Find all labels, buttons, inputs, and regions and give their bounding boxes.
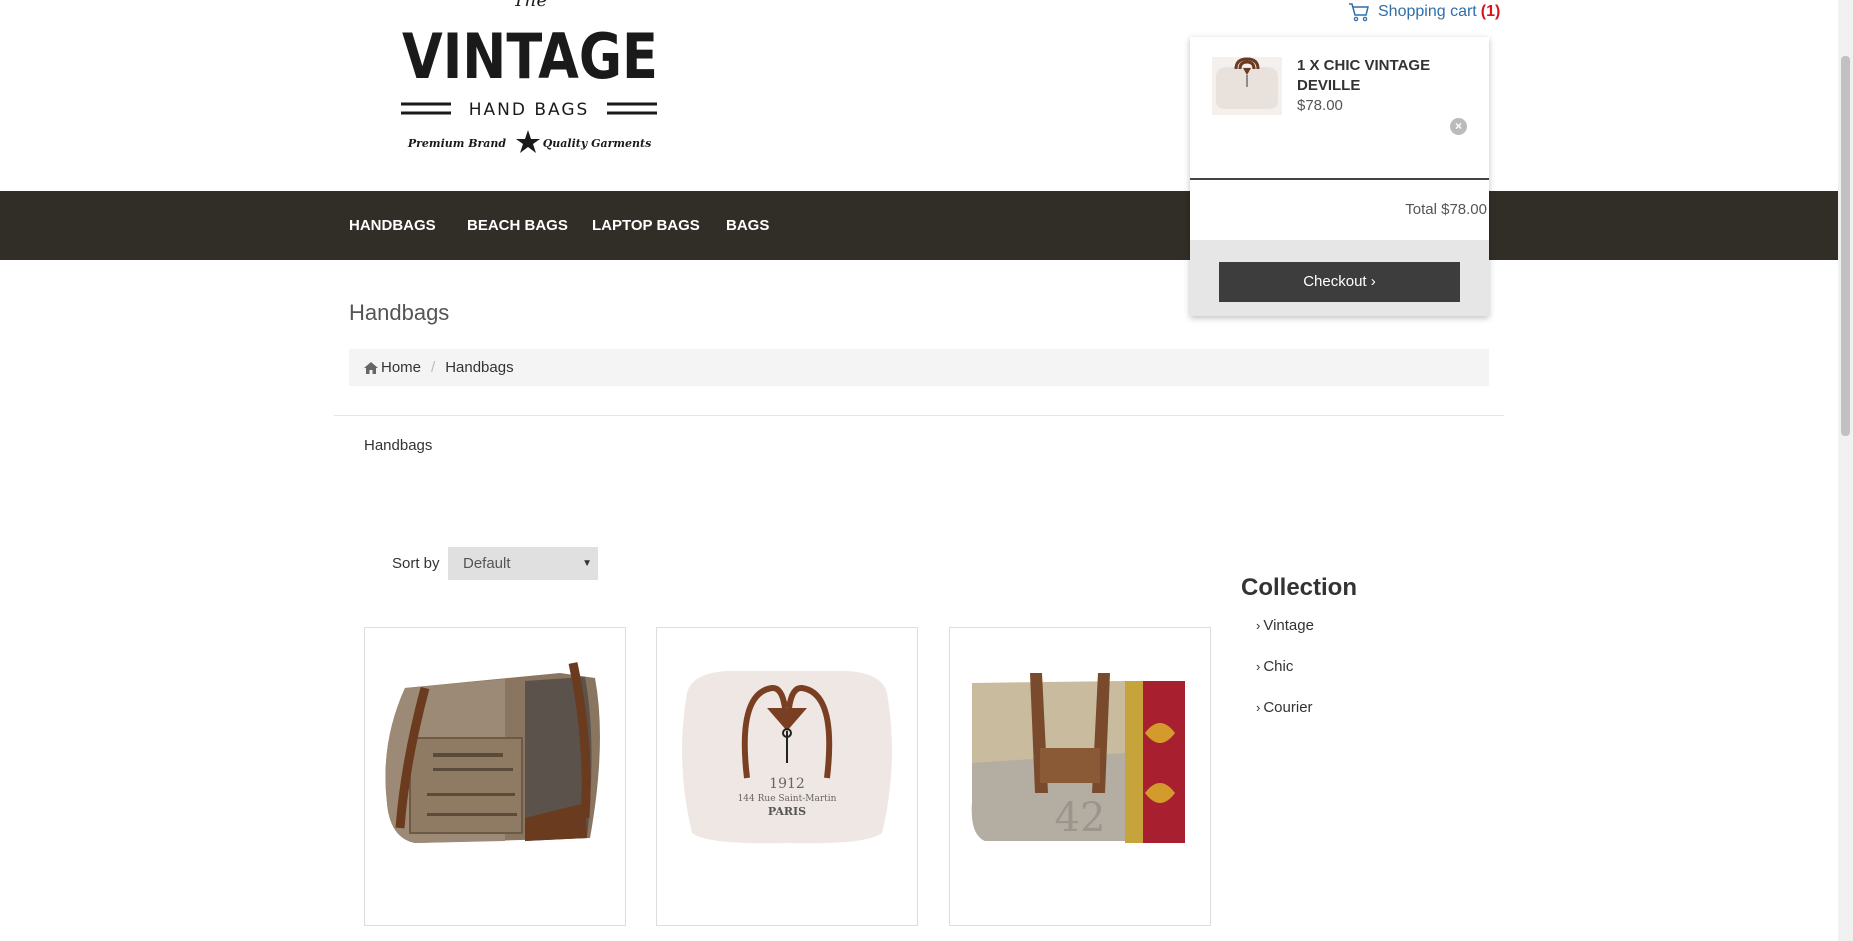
site-logo[interactable]: The VINTAGE HAND BAGS Premium Brand Qual… <box>395 0 665 160</box>
sort-select[interactable]: Default ▼ <box>448 547 598 580</box>
page: The VINTAGE HAND BAGS Premium Brand Qual… <box>0 0 1853 941</box>
svg-text:VINTAGE: VINTAGE <box>402 20 658 93</box>
sidebar-link-label: Vintage <box>1263 617 1314 634</box>
page-scrollbar[interactable] <box>1838 0 1853 941</box>
svg-text:Quality Garments: Quality Garments <box>543 137 652 150</box>
breadcrumb-home[interactable]: Home <box>364 359 421 376</box>
chevron-right-icon: › <box>1256 700 1261 715</box>
checkout-button[interactable]: Checkout › <box>1219 262 1460 302</box>
nav-item-bags[interactable]: BAGS <box>726 191 769 260</box>
product-card[interactable] <box>364 627 626 926</box>
product-card[interactable]: 1912 144 Rue Saint-Martin PARIS <box>656 627 918 926</box>
breadcrumb: Home / Handbags <box>349 349 1489 386</box>
svg-text:144 Rue Saint-Martin: 144 Rue Saint-Martin <box>738 794 837 804</box>
sidebar-title: Collection <box>1241 574 1358 601</box>
chevron-right-icon: › <box>1256 659 1261 674</box>
product-image <box>385 662 600 843</box>
cart-item-price: $78.00 <box>1297 97 1343 114</box>
sidebar-link-vintage[interactable]: › Vintage <box>1256 617 1314 634</box>
nav-item-laptop-bags[interactable]: LAPTOP BAGS <box>592 191 700 260</box>
product-image: 1912 144 Rue Saint-Martin PARIS <box>682 671 892 844</box>
product-image: 42 <box>971 673 1185 843</box>
cart-total: Total $78.00 <box>1405 201 1487 218</box>
svg-text:1912: 1912 <box>769 776 805 792</box>
dropdown-arrow-icon: ▼ <box>582 558 592 569</box>
cart-icon <box>1349 3 1369 22</box>
collection-heading: Handbags <box>364 437 433 454</box>
breadcrumb-home-label: Home <box>381 359 422 376</box>
page-title: Handbags <box>349 300 450 325</box>
divider <box>334 415 1504 416</box>
cart-dropdown: 1 X CHIC VINTAGE DEVILLE $78.00 × Total … <box>1190 37 1489 316</box>
svg-text:Premium Brand: Premium Brand <box>407 137 507 150</box>
nav-item-beach-bags[interactable]: BEACH BAGS <box>467 191 568 260</box>
sort-selected-value: Default <box>463 555 511 572</box>
cart-count-badge: (1) <box>1480 3 1501 20</box>
cart-footer: Checkout › <box>1190 240 1489 316</box>
shopping-cart-link[interactable]: Shopping cart (1) <box>1348 2 1500 22</box>
svg-text:HAND BAGS: HAND BAGS <box>469 100 590 120</box>
sort-label: Sort by <box>392 555 440 572</box>
home-icon <box>364 361 378 374</box>
svg-text:The: The <box>513 0 547 11</box>
cart-item-name[interactable]: 1 X CHIC VINTAGE DEVILLE <box>1297 56 1467 96</box>
remove-item-icon[interactable]: × <box>1450 118 1467 135</box>
product-card[interactable]: 42 <box>949 627 1211 926</box>
nav-item-handbags[interactable]: HANDBAGS <box>349 191 436 260</box>
shopping-cart-label: Shopping cart <box>1378 3 1477 20</box>
breadcrumb-current: Handbags <box>445 359 514 376</box>
svg-text:42: 42 <box>1055 795 1106 841</box>
breadcrumb-separator: / <box>431 359 436 376</box>
cart-item-thumbnail[interactable] <box>1212 57 1282 115</box>
sidebar-link-label: Chic <box>1263 658 1294 675</box>
sidebar-link-courier[interactable]: › Courier <box>1256 699 1313 716</box>
sidebar-link-chic[interactable]: › Chic <box>1256 658 1293 675</box>
svg-text:PARIS: PARIS <box>768 805 806 818</box>
cart-divider <box>1190 178 1489 180</box>
main-nav: HANDBAGS BEACH BAGS LAPTOP BAGS BAGS <box>0 191 1838 260</box>
chevron-right-icon: › <box>1256 618 1261 633</box>
sidebar-link-label: Courier <box>1263 699 1313 716</box>
scrollbar-thumb[interactable] <box>1841 56 1850 436</box>
